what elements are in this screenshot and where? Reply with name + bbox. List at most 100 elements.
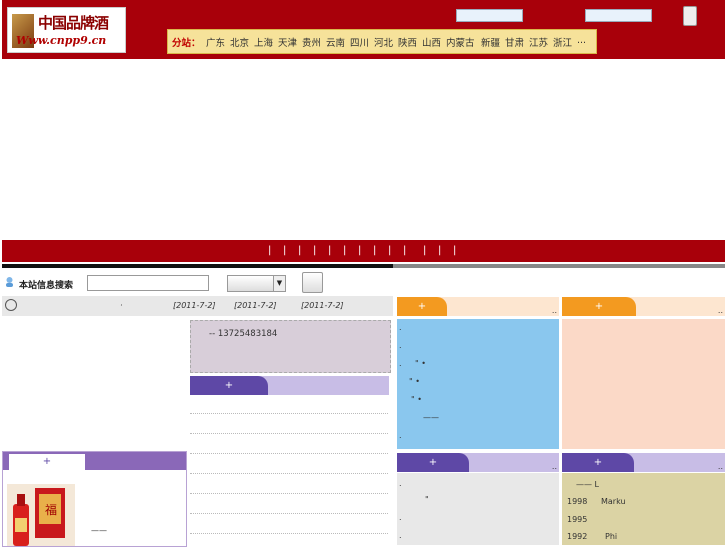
- search-person-icon: [6, 277, 13, 287]
- list-item[interactable]: ": [425, 495, 429, 504]
- svg-text:福: 福: [45, 502, 57, 517]
- banner-area: [0, 59, 727, 240]
- right2-content: [562, 319, 725, 449]
- city-link[interactable]: 北京: [230, 35, 249, 49]
- list-item[interactable]: [190, 433, 388, 434]
- search-category-select[interactable]: ▼: [227, 275, 286, 292]
- city-station-bar: 分站： 广东 北京 上海 天津 贵州 云南 四川 河北 陕西 山西 内蒙古 新疆…: [167, 29, 597, 54]
- list-item[interactable]: [190, 453, 388, 454]
- right2-tab[interactable]: +: [562, 297, 636, 316]
- list-item[interactable]: [190, 413, 388, 414]
- right1-tab[interactable]: +: [397, 297, 447, 316]
- nav-separator: |: [388, 245, 392, 256]
- nav-separator: |: [298, 245, 302, 256]
- more-link[interactable]: ..: [718, 306, 723, 315]
- list-item[interactable]: .: [399, 341, 402, 350]
- nav-separator: |: [358, 245, 362, 256]
- city-link[interactable]: 山西: [422, 35, 441, 49]
- site-logo[interactable]: 中国品牌酒 Www.cnpp9.cn: [7, 7, 126, 53]
- cities-label: 分站：: [172, 38, 201, 49]
- right1-tab-bar: + ..: [397, 297, 559, 316]
- city-link[interactable]: 新疆: [481, 35, 500, 49]
- more-link[interactable]: ..: [552, 462, 557, 471]
- nav-separator: |: [328, 245, 332, 256]
- center-tab[interactable]: +: [190, 376, 268, 395]
- city-link[interactable]: 天津: [278, 35, 297, 49]
- search-input[interactable]: [87, 275, 209, 291]
- nav-separator: |: [343, 245, 347, 256]
- center-news-list: [190, 395, 390, 545]
- more-link[interactable]: ..: [718, 462, 723, 471]
- login-button[interactable]: [683, 6, 697, 26]
- chevron-down-icon: ▼: [273, 276, 285, 291]
- site-header: 中国品牌酒 Www.cnpp9.cn 分站： 广东 北京 上海 天津 贵州 云南…: [2, 0, 725, 59]
- list-item[interactable]: [190, 473, 388, 474]
- history-text: —— L: [576, 480, 599, 489]
- nav-separator: |: [268, 245, 272, 256]
- logo-title: 中国品牌酒: [38, 14, 109, 32]
- city-link[interactable]: 陕西: [398, 35, 417, 49]
- city-link[interactable]: 四川: [350, 35, 369, 49]
- list-item[interactable]: .: [399, 479, 402, 488]
- city-link[interactable]: 河北: [374, 35, 393, 49]
- list-item[interactable]: .: [399, 359, 402, 368]
- product-panel: + 福 ——: [2, 451, 187, 547]
- right3-tab-bar: + ..: [397, 453, 559, 472]
- list-item[interactable]: .: [399, 513, 402, 522]
- password-input[interactable]: [585, 9, 652, 22]
- right2-tab-bar: + ..: [562, 297, 725, 316]
- liquor-product-image[interactable]: 福: [7, 484, 75, 546]
- logo-domain: Www.cnpp9.cn: [16, 34, 107, 47]
- divider-gray: [393, 264, 725, 268]
- list-item[interactable]: ——: [423, 413, 439, 422]
- history-text[interactable]: Phi: [605, 532, 617, 541]
- city-link[interactable]: 云南: [326, 35, 345, 49]
- nav-separator: |: [313, 245, 317, 256]
- list-item[interactable]: .: [399, 431, 402, 440]
- list-item[interactable]: .: [399, 323, 402, 332]
- right4-tab[interactable]: +: [562, 453, 634, 472]
- city-link[interactable]: 浙江: [553, 35, 572, 49]
- list-item[interactable]: " •: [411, 395, 422, 404]
- right4-tab-bar: + ..: [562, 453, 725, 472]
- list-item[interactable]: [190, 493, 388, 494]
- ticker-icon: [5, 299, 17, 311]
- search-button[interactable]: [302, 272, 323, 293]
- contact-box: -- 13725483184: [190, 320, 391, 373]
- divider-dark: [2, 264, 393, 268]
- history-list: —— L 1998 Marku 1995 1992 Phi: [562, 473, 725, 545]
- search-label: 本站信息搜索: [19, 281, 74, 291]
- city-link[interactable]: 贵州: [302, 35, 321, 49]
- right1-content: . . . " • " • " • —— .: [397, 319, 559, 449]
- nav-separator: |: [403, 245, 407, 256]
- city-link[interactable]: 江苏: [529, 35, 548, 49]
- nav-separator: |: [283, 245, 287, 256]
- nav-separator: |: [438, 245, 442, 256]
- city-link[interactable]: 内蒙古: [446, 35, 475, 49]
- product-tab[interactable]: +: [9, 454, 85, 470]
- list-item[interactable]: [190, 513, 388, 514]
- list-item[interactable]: [190, 533, 388, 534]
- username-input[interactable]: [456, 9, 523, 22]
- right3-tab[interactable]: +: [397, 453, 469, 472]
- city-link[interactable]: 广东: [206, 35, 225, 49]
- contact-phone: -- 13725483184: [209, 329, 278, 339]
- ticker-dot: ·: [209, 301, 212, 310]
- history-text[interactable]: Marku: [601, 497, 626, 506]
- main-nav: | | | | | | | | | | | | |: [2, 240, 725, 262]
- list-item[interactable]: " •: [409, 377, 420, 386]
- news-ticker: · [2011-7-2] · [2011-7-2] · [2011-7-2] ·: [2, 296, 393, 316]
- right3-content: . " . .: [397, 473, 559, 545]
- history-year: 1992: [567, 532, 588, 541]
- nav-separator: |: [453, 245, 457, 256]
- city-link[interactable]: 上海: [254, 35, 273, 49]
- ticker-dot: ·: [337, 301, 340, 310]
- list-item[interactable]: " •: [415, 359, 426, 368]
- more-cities-link[interactable]: ...: [577, 35, 586, 46]
- ticker-dot: ·: [120, 301, 123, 310]
- city-link[interactable]: 甘肃: [505, 35, 524, 49]
- product-text: ——: [91, 526, 107, 535]
- more-link[interactable]: ..: [552, 306, 557, 315]
- center-tab-bar: +: [190, 376, 389, 395]
- list-item[interactable]: .: [399, 531, 402, 540]
